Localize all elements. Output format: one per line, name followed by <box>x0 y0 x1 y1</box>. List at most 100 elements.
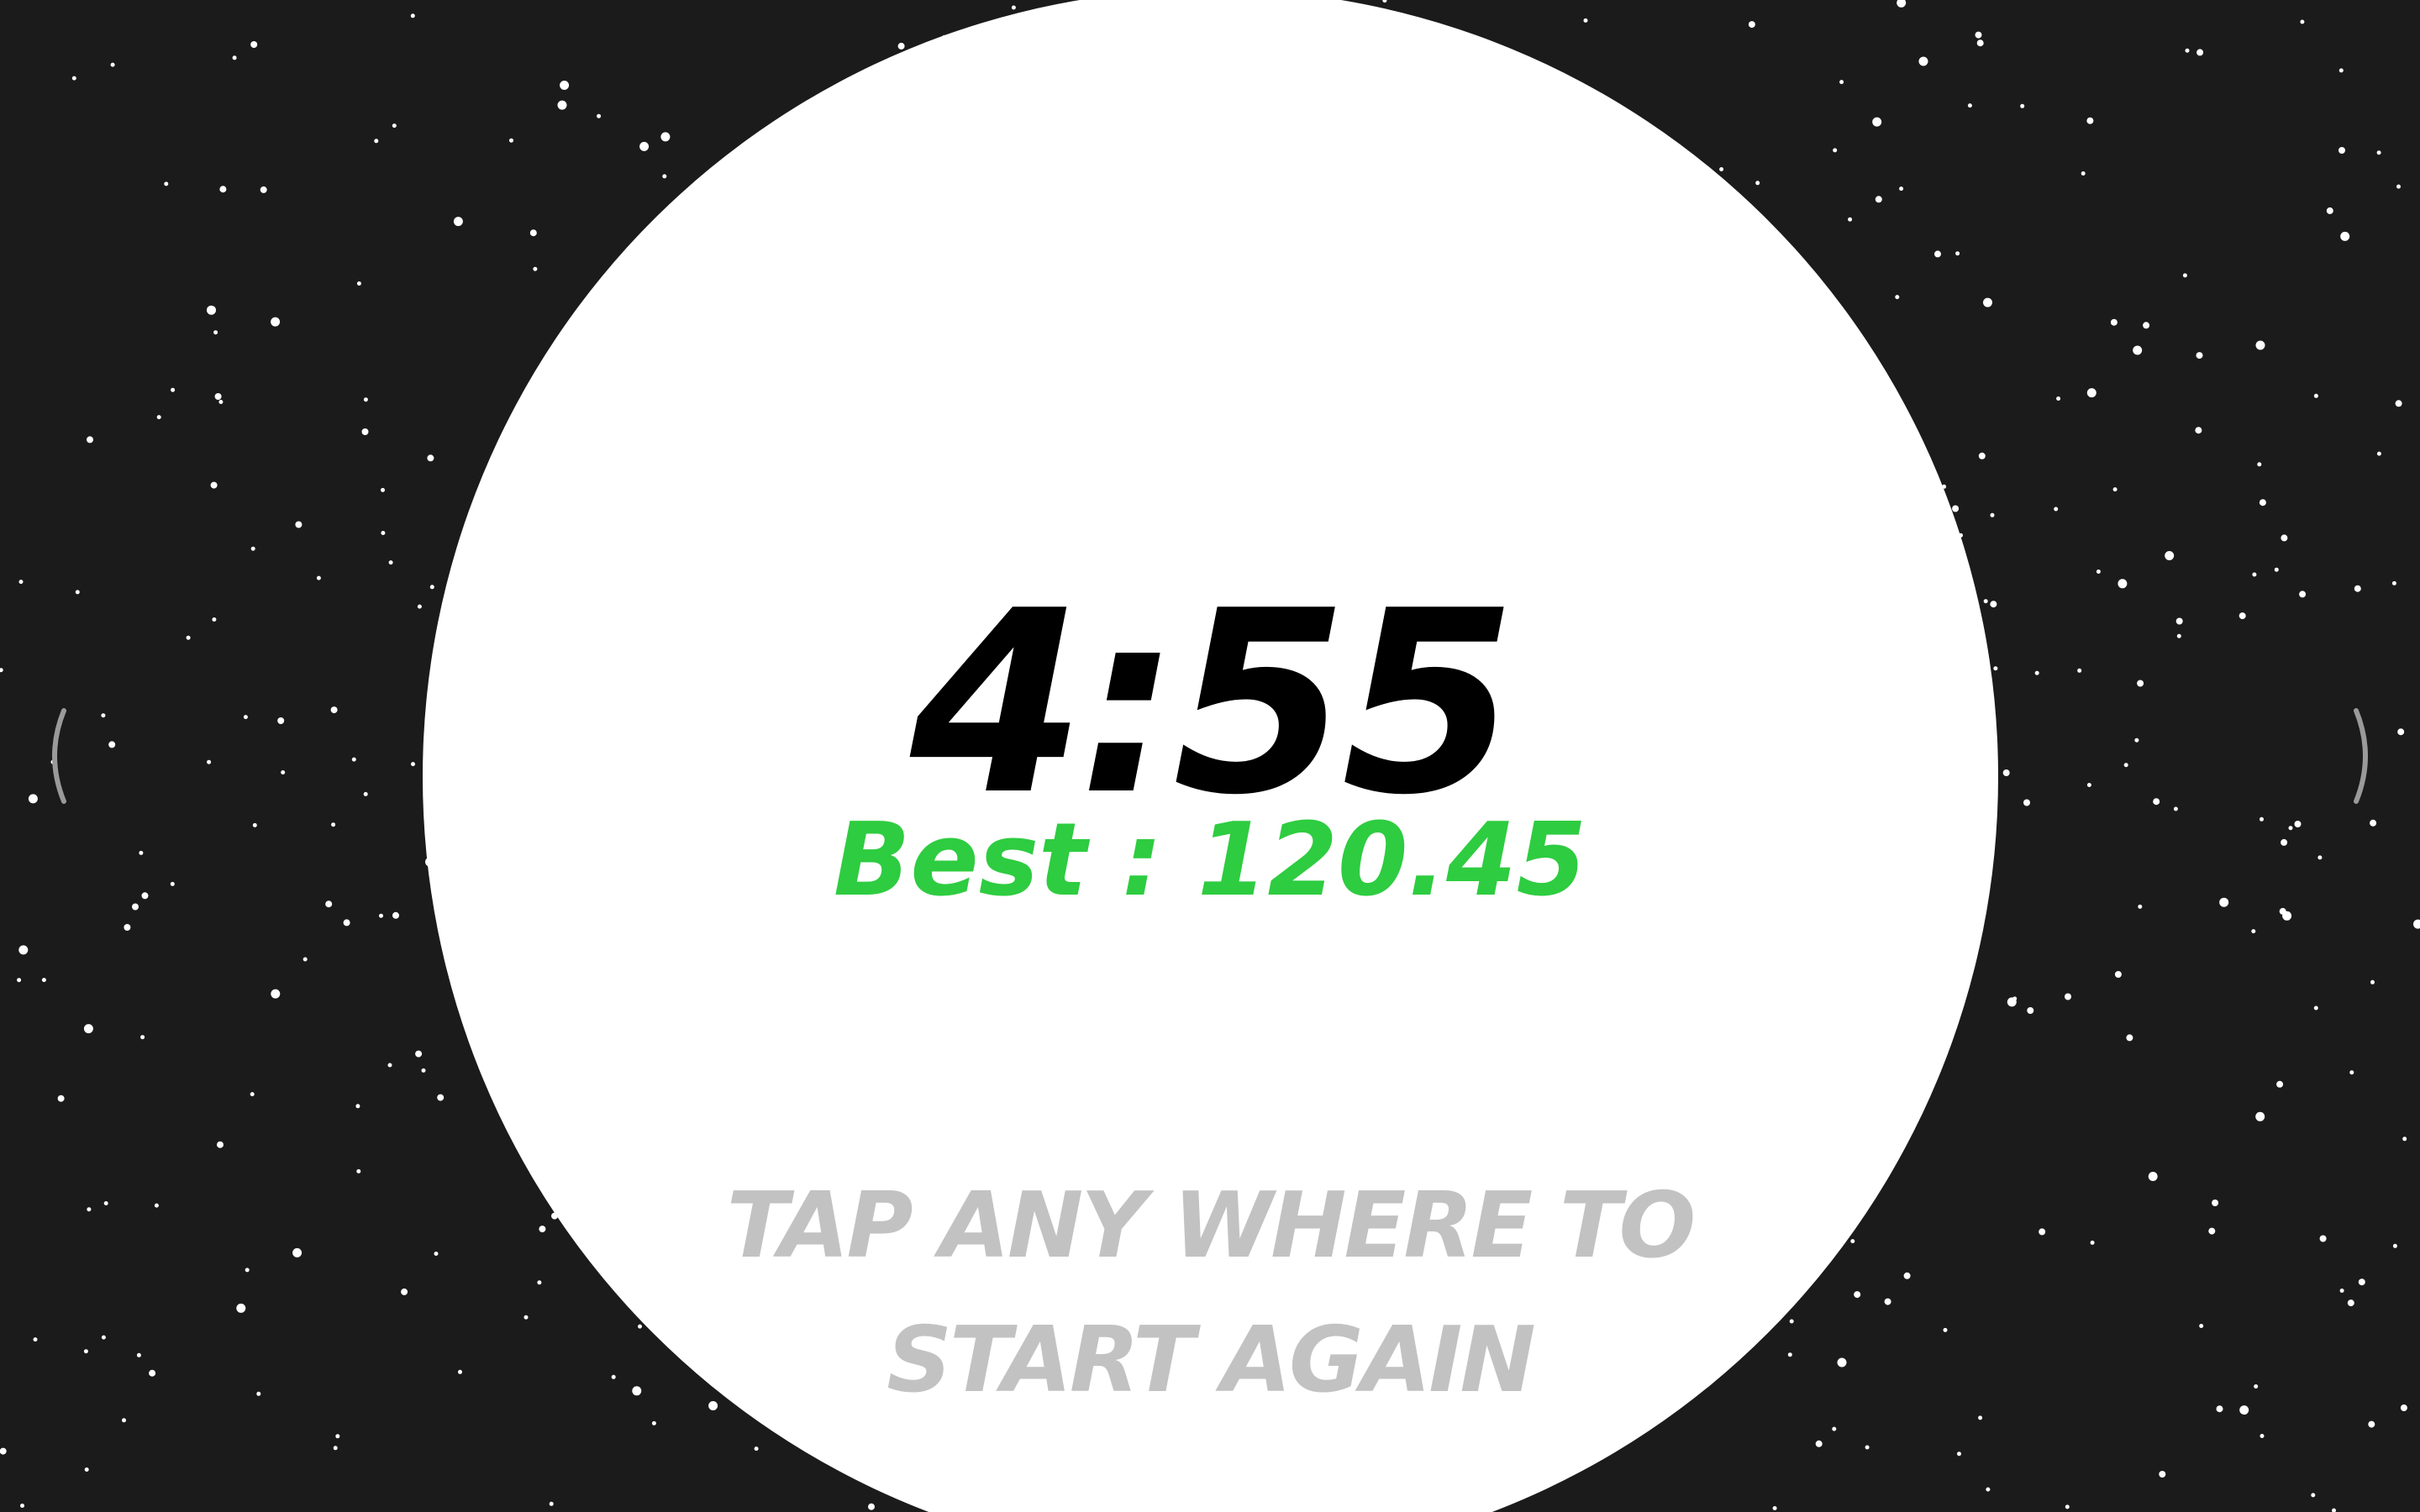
star <box>250 546 255 551</box>
star <box>355 1104 360 1109</box>
star <box>611 1374 616 1379</box>
star <box>2400 1404 2407 1411</box>
star <box>75 590 80 595</box>
star <box>2096 570 2101 574</box>
star <box>897 42 905 50</box>
star <box>2338 147 2345 154</box>
star <box>509 138 513 143</box>
star <box>108 741 116 748</box>
star <box>2300 19 2305 24</box>
star <box>2319 1235 2327 1242</box>
star <box>154 1203 159 1208</box>
star <box>2255 1111 2265 1121</box>
star <box>1884 1298 1891 1305</box>
star <box>539 1226 546 1233</box>
star <box>18 580 24 585</box>
star <box>2317 855 2323 860</box>
star <box>316 575 321 580</box>
star <box>1976 39 1984 47</box>
star <box>2153 798 2160 806</box>
star <box>429 585 434 590</box>
restart-prompt[interactable]: TAP ANY WHERE TO START AGAIN <box>655 1159 1765 1428</box>
star <box>2251 929 2256 934</box>
star <box>343 919 350 927</box>
star <box>2002 769 2010 776</box>
star <box>381 487 385 492</box>
star <box>1952 505 1960 512</box>
star <box>1833 148 1838 153</box>
star <box>101 713 106 718</box>
star <box>2195 427 2202 434</box>
star <box>292 1247 302 1257</box>
star <box>2118 579 2128 589</box>
star <box>271 989 281 999</box>
star <box>458 1369 462 1374</box>
star <box>2347 1299 2354 1307</box>
star <box>2338 68 2344 73</box>
star <box>639 141 650 151</box>
star <box>2165 551 2175 560</box>
star <box>2039 1228 2046 1236</box>
star <box>1865 1445 1870 1450</box>
star <box>754 1446 759 1452</box>
star <box>1719 167 1724 171</box>
star <box>141 892 149 900</box>
star <box>103 1201 108 1205</box>
star <box>250 1092 255 1097</box>
star <box>210 481 218 489</box>
star <box>2138 904 2143 909</box>
star <box>387 1063 392 1068</box>
star <box>277 717 285 724</box>
star <box>236 1303 246 1313</box>
star <box>2370 819 2377 827</box>
star <box>2299 591 2307 598</box>
star <box>2086 388 2096 398</box>
star <box>2007 997 2017 1007</box>
star <box>434 1252 439 1256</box>
star <box>2143 322 2150 329</box>
star <box>1934 250 1941 258</box>
star <box>2054 507 2059 512</box>
star <box>2182 273 2187 278</box>
star <box>33 1337 38 1342</box>
star <box>417 604 422 609</box>
star <box>250 41 258 48</box>
star <box>2086 783 2091 787</box>
star <box>2395 400 2402 407</box>
star <box>2368 1420 2375 1428</box>
star <box>2020 103 2025 108</box>
star <box>83 1024 93 1034</box>
star <box>149 1369 156 1377</box>
star <box>2216 1405 2223 1413</box>
star <box>2397 728 2405 736</box>
star <box>2349 1070 2354 1075</box>
star <box>213 330 218 335</box>
star <box>2065 1504 2070 1509</box>
star <box>2239 1405 2249 1415</box>
star <box>271 317 281 327</box>
star <box>2376 451 2381 456</box>
star <box>1815 1440 1823 1447</box>
star <box>260 186 267 193</box>
star <box>1875 196 1882 203</box>
star <box>252 822 257 827</box>
game-screen[interactable]: 4:55 Best : 120.45 TAP ANY WHERE TO STAR… <box>0 0 2420 1512</box>
star <box>453 217 463 227</box>
star <box>207 305 216 315</box>
star <box>2134 738 2139 743</box>
star <box>1583 18 1588 23</box>
star <box>356 1168 361 1173</box>
star <box>363 791 368 796</box>
star <box>217 1141 224 1148</box>
star <box>83 1349 88 1354</box>
star <box>71 76 76 81</box>
star <box>2313 393 2318 398</box>
restart-prompt-line-1: TAP ANY WHERE TO <box>726 1173 1697 1278</box>
star <box>1918 56 1928 66</box>
star <box>2326 207 2333 214</box>
star <box>1993 666 1998 671</box>
star <box>2114 971 2122 978</box>
star <box>101 1335 106 1340</box>
star <box>2313 1005 2318 1011</box>
star <box>0 668 3 673</box>
